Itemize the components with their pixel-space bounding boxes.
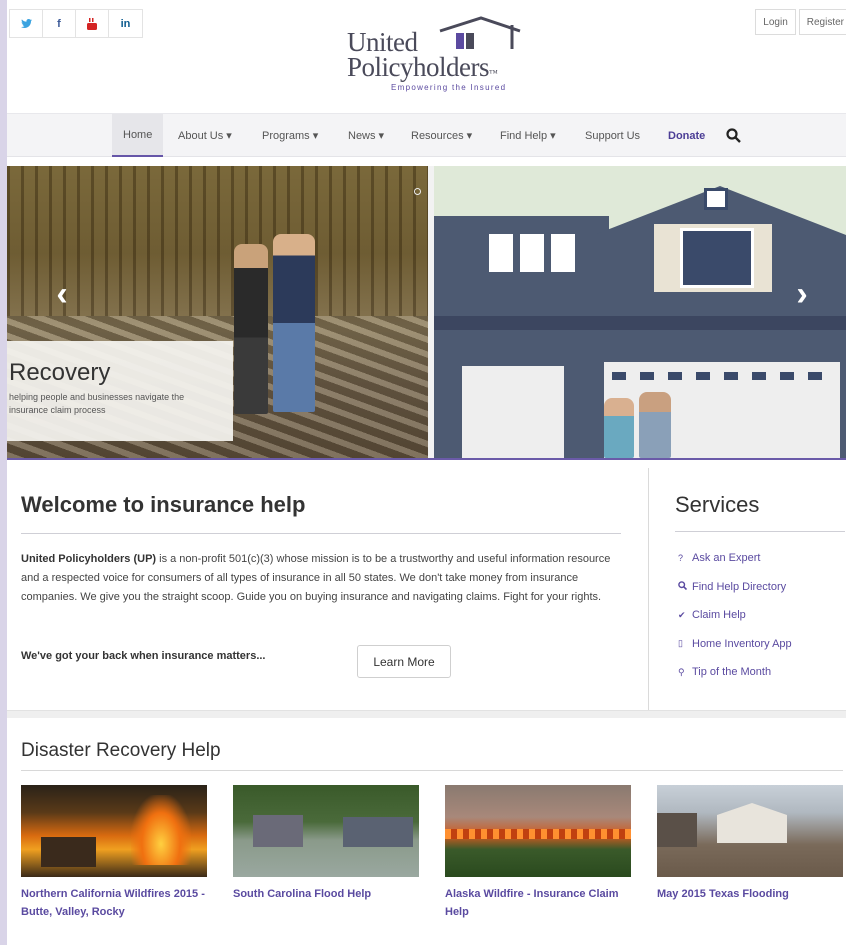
nav-support[interactable]: Support Us bbox=[585, 114, 640, 157]
texas-flooding-image[interactable] bbox=[657, 785, 843, 877]
nav-find-help[interactable]: Find Help ▾ bbox=[500, 114, 556, 157]
flood-image[interactable] bbox=[233, 785, 419, 877]
disaster-card-label[interactable]: Alaska Wildfire - Insurance Claim Help bbox=[445, 885, 631, 921]
disaster-card-label[interactable]: May 2015 Texas Flooding bbox=[657, 885, 843, 903]
disaster-section: Disaster Recovery Help Northern Californ… bbox=[21, 740, 843, 918]
section-divider bbox=[648, 468, 649, 710]
welcome-tagline: We've got your back when insurance matte… bbox=[21, 650, 266, 662]
disaster-card[interactable]: May 2015 Texas Flooding bbox=[657, 785, 843, 903]
hero-carousel: Recovery helping people and businesses n… bbox=[7, 166, 846, 458]
hero-slide-house bbox=[434, 166, 846, 458]
search-icon bbox=[678, 581, 692, 592]
wildfire-image[interactable] bbox=[21, 785, 207, 877]
disaster-card[interactable]: Northern California Wildfires 2015 - But… bbox=[21, 785, 207, 921]
disaster-card-label[interactable]: Northern California Wildfires 2015 - But… bbox=[21, 885, 207, 921]
mobile-icon: ▯ bbox=[678, 638, 683, 649]
welcome-title: Welcome to insurance help bbox=[21, 492, 621, 534]
nav-news[interactable]: News ▾ bbox=[348, 114, 384, 157]
disaster-card[interactable]: South Carolina Flood Help bbox=[233, 785, 419, 903]
welcome-body: United Policyholders (UP) is a non-profi… bbox=[21, 553, 611, 603]
search-icon[interactable] bbox=[726, 114, 741, 157]
carousel-prev-button[interactable]: ‹ bbox=[50, 274, 74, 314]
page: f in Login Register United Policyholders… bbox=[7, 0, 846, 945]
linkedin-icon[interactable]: in bbox=[109, 10, 142, 37]
register-button[interactable]: Register bbox=[798, 9, 846, 35]
hero-subtitle: helping people and businesses navigate t… bbox=[9, 392, 185, 415]
check-icon: ✔ bbox=[678, 609, 686, 620]
services-panel: Services ? Ask an Expert Find Help Direct… bbox=[675, 492, 845, 687]
logo-line2: Policyholders™ bbox=[347, 52, 498, 82]
service-home-inventory-app[interactable]: ▯ Home Inventory App bbox=[675, 630, 845, 659]
logo-tagline: Empowering the Insured bbox=[391, 83, 507, 92]
nav-donate[interactable]: Donate bbox=[668, 114, 705, 157]
auth-links: Login Register bbox=[752, 9, 846, 35]
nav-about[interactable]: About Us ▾ bbox=[178, 114, 232, 157]
login-button[interactable]: Login bbox=[755, 9, 796, 35]
nav-home[interactable]: Home bbox=[112, 114, 164, 157]
learn-more-button[interactable]: Learn More bbox=[357, 645, 451, 678]
service-find-help-directory[interactable]: Find Help Directory bbox=[675, 573, 845, 602]
services-title: Services bbox=[675, 492, 845, 532]
lightbulb-icon: ⚲ bbox=[678, 666, 685, 677]
disaster-card[interactable]: Alaska Wildfire - Insurance Claim Help bbox=[445, 785, 631, 921]
horizontal-divider bbox=[7, 710, 846, 718]
facebook-icon[interactable]: f bbox=[43, 10, 76, 37]
hero-divider bbox=[7, 458, 846, 460]
carousel-next-button[interactable]: › bbox=[790, 274, 814, 314]
service-tip-of-month[interactable]: ⚲ Tip of the Month bbox=[675, 658, 845, 687]
alaska-wildfire-image[interactable] bbox=[445, 785, 631, 877]
logo-house-icon bbox=[439, 16, 521, 49]
twitter-icon[interactable] bbox=[10, 10, 43, 37]
question-icon: ? bbox=[678, 553, 684, 564]
welcome-section: Welcome to insurance help United Policyh… bbox=[21, 492, 621, 607]
nav-resources[interactable]: Resources ▾ bbox=[411, 114, 472, 157]
main-nav: Home About Us ▾ Programs ▾ News ▾ Resour… bbox=[7, 113, 846, 157]
disaster-title: Disaster Recovery Help bbox=[21, 740, 843, 771]
hero-title: Recovery bbox=[9, 359, 111, 386]
service-ask-expert[interactable]: ? Ask an Expert bbox=[675, 544, 845, 573]
hero-caption: Recovery helping people and businesses n… bbox=[7, 341, 233, 441]
site-logo[interactable]: United Policyholders™ Empowering the Ins… bbox=[344, 15, 554, 97]
social-links: f in bbox=[9, 9, 143, 38]
service-claim-help[interactable]: ✔ Claim Help bbox=[675, 601, 845, 630]
disaster-card-label[interactable]: South Carolina Flood Help bbox=[233, 885, 419, 903]
nav-programs[interactable]: Programs ▾ bbox=[262, 114, 318, 157]
youtube-icon[interactable] bbox=[76, 10, 109, 37]
